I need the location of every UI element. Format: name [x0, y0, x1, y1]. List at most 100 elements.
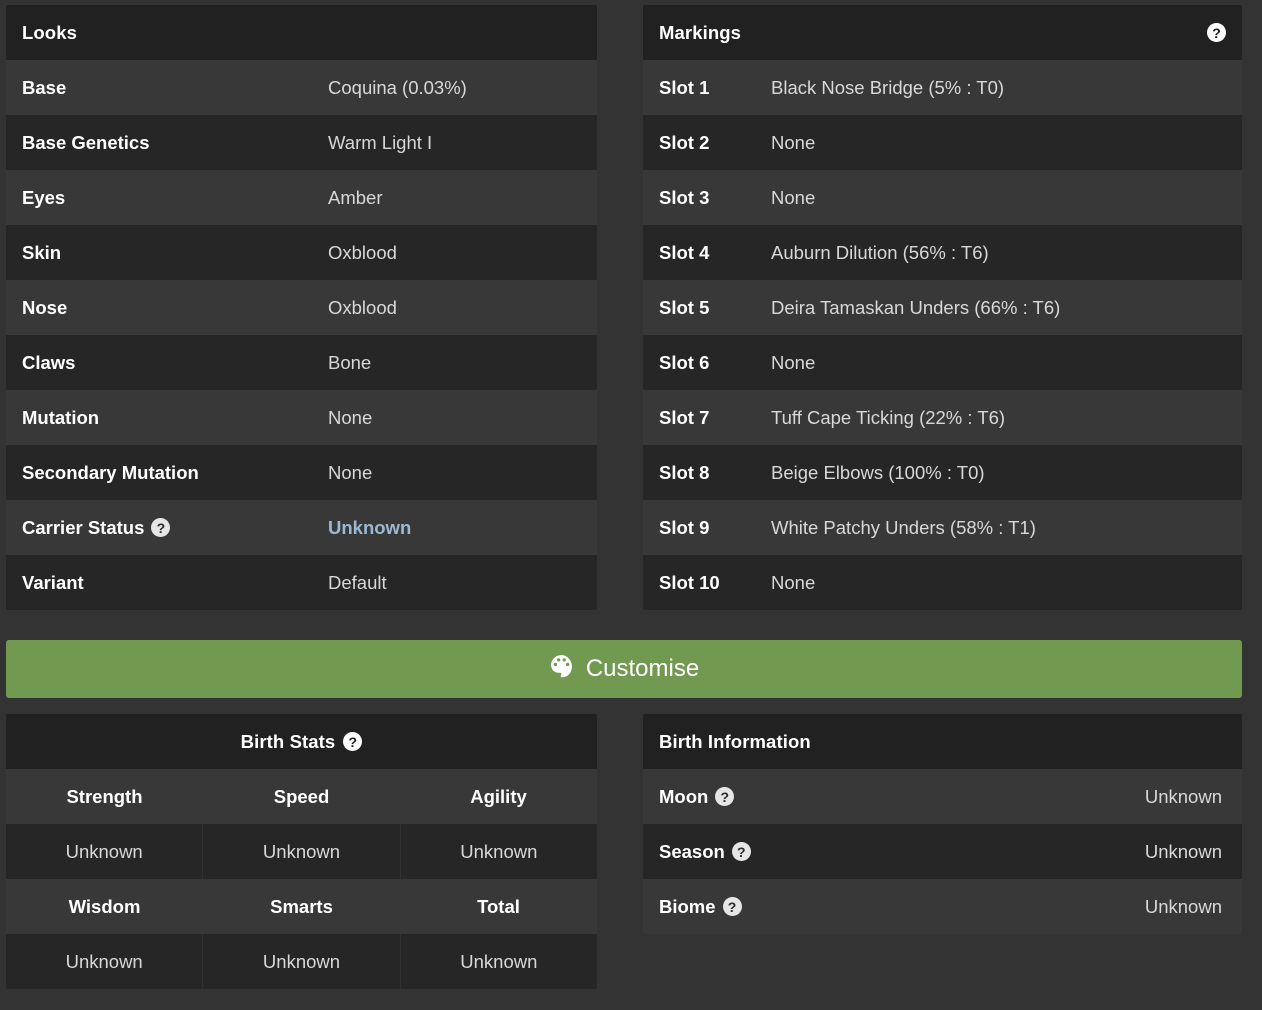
row-key: Slot 10 — [643, 572, 771, 594]
row-key: Slot 5 — [643, 297, 771, 319]
markings-panel: Markings ? Slot 1 Black Nose Bridge (5% :… — [643, 5, 1242, 610]
row-value: Auburn Dilution (56% : T6) — [771, 241, 989, 263]
row-value: Amber — [328, 186, 383, 208]
row-value: Beige Elbows (100% : T0) — [771, 461, 985, 483]
row-value: None — [328, 406, 373, 428]
table-row: Season? Unknown — [643, 824, 1242, 879]
table-row: Secondary Mutation None — [6, 445, 597, 500]
table-row: Slot 5 Deira Tamaskan Unders (66% : T6) — [643, 280, 1242, 335]
help-circle-icon[interactable]: ? — [722, 897, 742, 916]
row-key: Slot 4 — [643, 242, 771, 264]
row-value: Oxblood — [328, 296, 397, 318]
birth-stats-panel-header: Birth Stats ? — [6, 714, 597, 769]
birth-information-panel-header: Birth Information — [643, 714, 1242, 769]
row-value: None — [771, 186, 816, 208]
table-row: Biome? Unknown — [643, 879, 1242, 934]
row-key-label: Slot 6 — [659, 351, 710, 373]
stats-cell: Unknown — [6, 824, 204, 879]
table-row: Moon? Unknown — [643, 769, 1242, 824]
row-key: Carrier Status? — [6, 517, 328, 539]
stats-column-header: Smarts — [270, 895, 333, 917]
row-key: Slot 6 — [643, 352, 771, 374]
row-value: Unknown — [1144, 895, 1222, 917]
row-key-label: Slot 3 — [659, 186, 710, 208]
row-key-label: Season — [659, 840, 725, 862]
stats-header-row: Wisdom Smarts Total — [6, 879, 597, 934]
row-key: Skin — [6, 242, 328, 264]
markings-panel-header: Markings ? — [643, 5, 1242, 60]
help-circle-icon[interactable]: ? — [343, 732, 363, 751]
customise-button[interactable]: Customise — [6, 640, 1242, 698]
table-row: Slot 4 Auburn Dilution (56% : T6) — [643, 225, 1242, 280]
row-key: Base — [6, 77, 328, 99]
row-value: Coquina (0.03%) — [328, 76, 467, 98]
row-key-label: Slot 1 — [659, 76, 710, 98]
stats-cell: Unknown — [203, 824, 401, 879]
row-key-label: Slot 4 — [659, 241, 710, 263]
table-row: Slot 8 Beige Elbows (100% : T0) — [643, 445, 1242, 500]
stats-value-row: Unknown Unknown Unknown — [6, 934, 597, 989]
row-key: Moon? — [643, 785, 735, 808]
table-row: Slot 9 White Patchy Unders (58% : T1) — [643, 500, 1242, 555]
row-key: Season? — [643, 841, 751, 863]
help-circle-icon[interactable]: ? — [1207, 23, 1226, 42]
row-key: Slot 3 — [643, 187, 771, 209]
help-circle-icon[interactable]: ? — [715, 787, 735, 806]
row-key: Variant — [6, 572, 328, 594]
row-value: Oxblood — [328, 241, 397, 263]
table-row: Mutation None — [6, 390, 597, 445]
row-key-label: Carrier Status — [22, 516, 145, 538]
row-key-label: Claws — [22, 351, 76, 373]
stats-cell: Unknown — [6, 934, 204, 989]
character-appearance-page: Looks Base Coquina (0.03%) Base Genetics Wa… — [0, 0, 1262, 1010]
help-circle-icon[interactable]: ? — [731, 842, 751, 861]
table-row: Slot 10 None — [643, 555, 1242, 610]
row-key-label: Eyes — [22, 186, 66, 208]
stats-value-row: Unknown Unknown Unknown — [6, 824, 597, 879]
table-row: Slot 1 Black Nose Bridge (5% : T0) — [643, 60, 1242, 115]
palette-icon — [549, 653, 574, 685]
row-value: Warm Light I — [328, 131, 433, 153]
row-value: Deira Tamaskan Unders (66% : T6) — [771, 296, 1061, 318]
row-key: Nose — [6, 297, 328, 319]
row-key: Slot 9 — [643, 517, 771, 539]
looks-panel: Looks Base Coquina (0.03%) Base Genetics Wa… — [6, 5, 597, 610]
row-key-label: Slot 10 — [659, 571, 720, 593]
stats-column-header: Total — [477, 895, 520, 917]
table-row: Slot 3 None — [643, 170, 1242, 225]
row-key-label: Slot 2 — [659, 131, 710, 153]
looks-panel-header: Looks — [6, 5, 597, 60]
row-key: Slot 8 — [643, 462, 771, 484]
birth-information-panel: Birth Information Moon? Unknown Season? Unk… — [643, 714, 1242, 934]
row-value: Unknown — [1144, 840, 1222, 862]
table-row: Skin Oxblood — [6, 225, 597, 280]
stats-header-row: Strength Speed Agility — [6, 769, 597, 824]
row-key-label: Moon — [659, 785, 709, 807]
row-key-label: Base Genetics — [22, 131, 150, 153]
help-circle-icon[interactable]: ? — [151, 518, 171, 537]
row-key: Slot 1 — [643, 77, 771, 99]
row-key: Biome? — [643, 896, 742, 918]
table-row: Slot 6 None — [643, 335, 1242, 390]
table-row: Variant Default — [6, 555, 597, 610]
stats-cell: Unknown — [460, 840, 538, 862]
row-key: Mutation — [6, 407, 328, 429]
stats-column-header: Wisdom — [68, 895, 141, 917]
table-row: Base Coquina (0.03%) — [6, 60, 597, 115]
row-key: Slot 7 — [643, 407, 771, 429]
stats-column-header: Agility — [470, 785, 527, 807]
row-value: None — [771, 131, 816, 153]
birth-stats-title: Birth Stats — [240, 730, 336, 752]
birth-information-row-list: Moon? Unknown Season? Unknown Biome? Unknown — [643, 769, 1242, 934]
birth-stats-grid: Strength Speed Agility Unknown Unknown Unknow… — [6, 769, 597, 989]
row-value: Tuff Cape Ticking (22% : T6) — [771, 406, 1006, 428]
row-key-label: Nose — [22, 296, 68, 318]
row-key-label: Slot 9 — [659, 516, 710, 538]
row-key-label: Skin — [22, 241, 62, 263]
row-value: Black Nose Bridge (5% : T0) — [771, 76, 1005, 98]
stats-cell: Unknown — [203, 934, 401, 989]
row-value-link[interactable]: Unknown — [328, 517, 411, 539]
row-key: Claws — [6, 352, 328, 374]
row-key: Secondary Mutation — [6, 462, 328, 484]
table-row: Nose Oxblood — [6, 280, 597, 335]
